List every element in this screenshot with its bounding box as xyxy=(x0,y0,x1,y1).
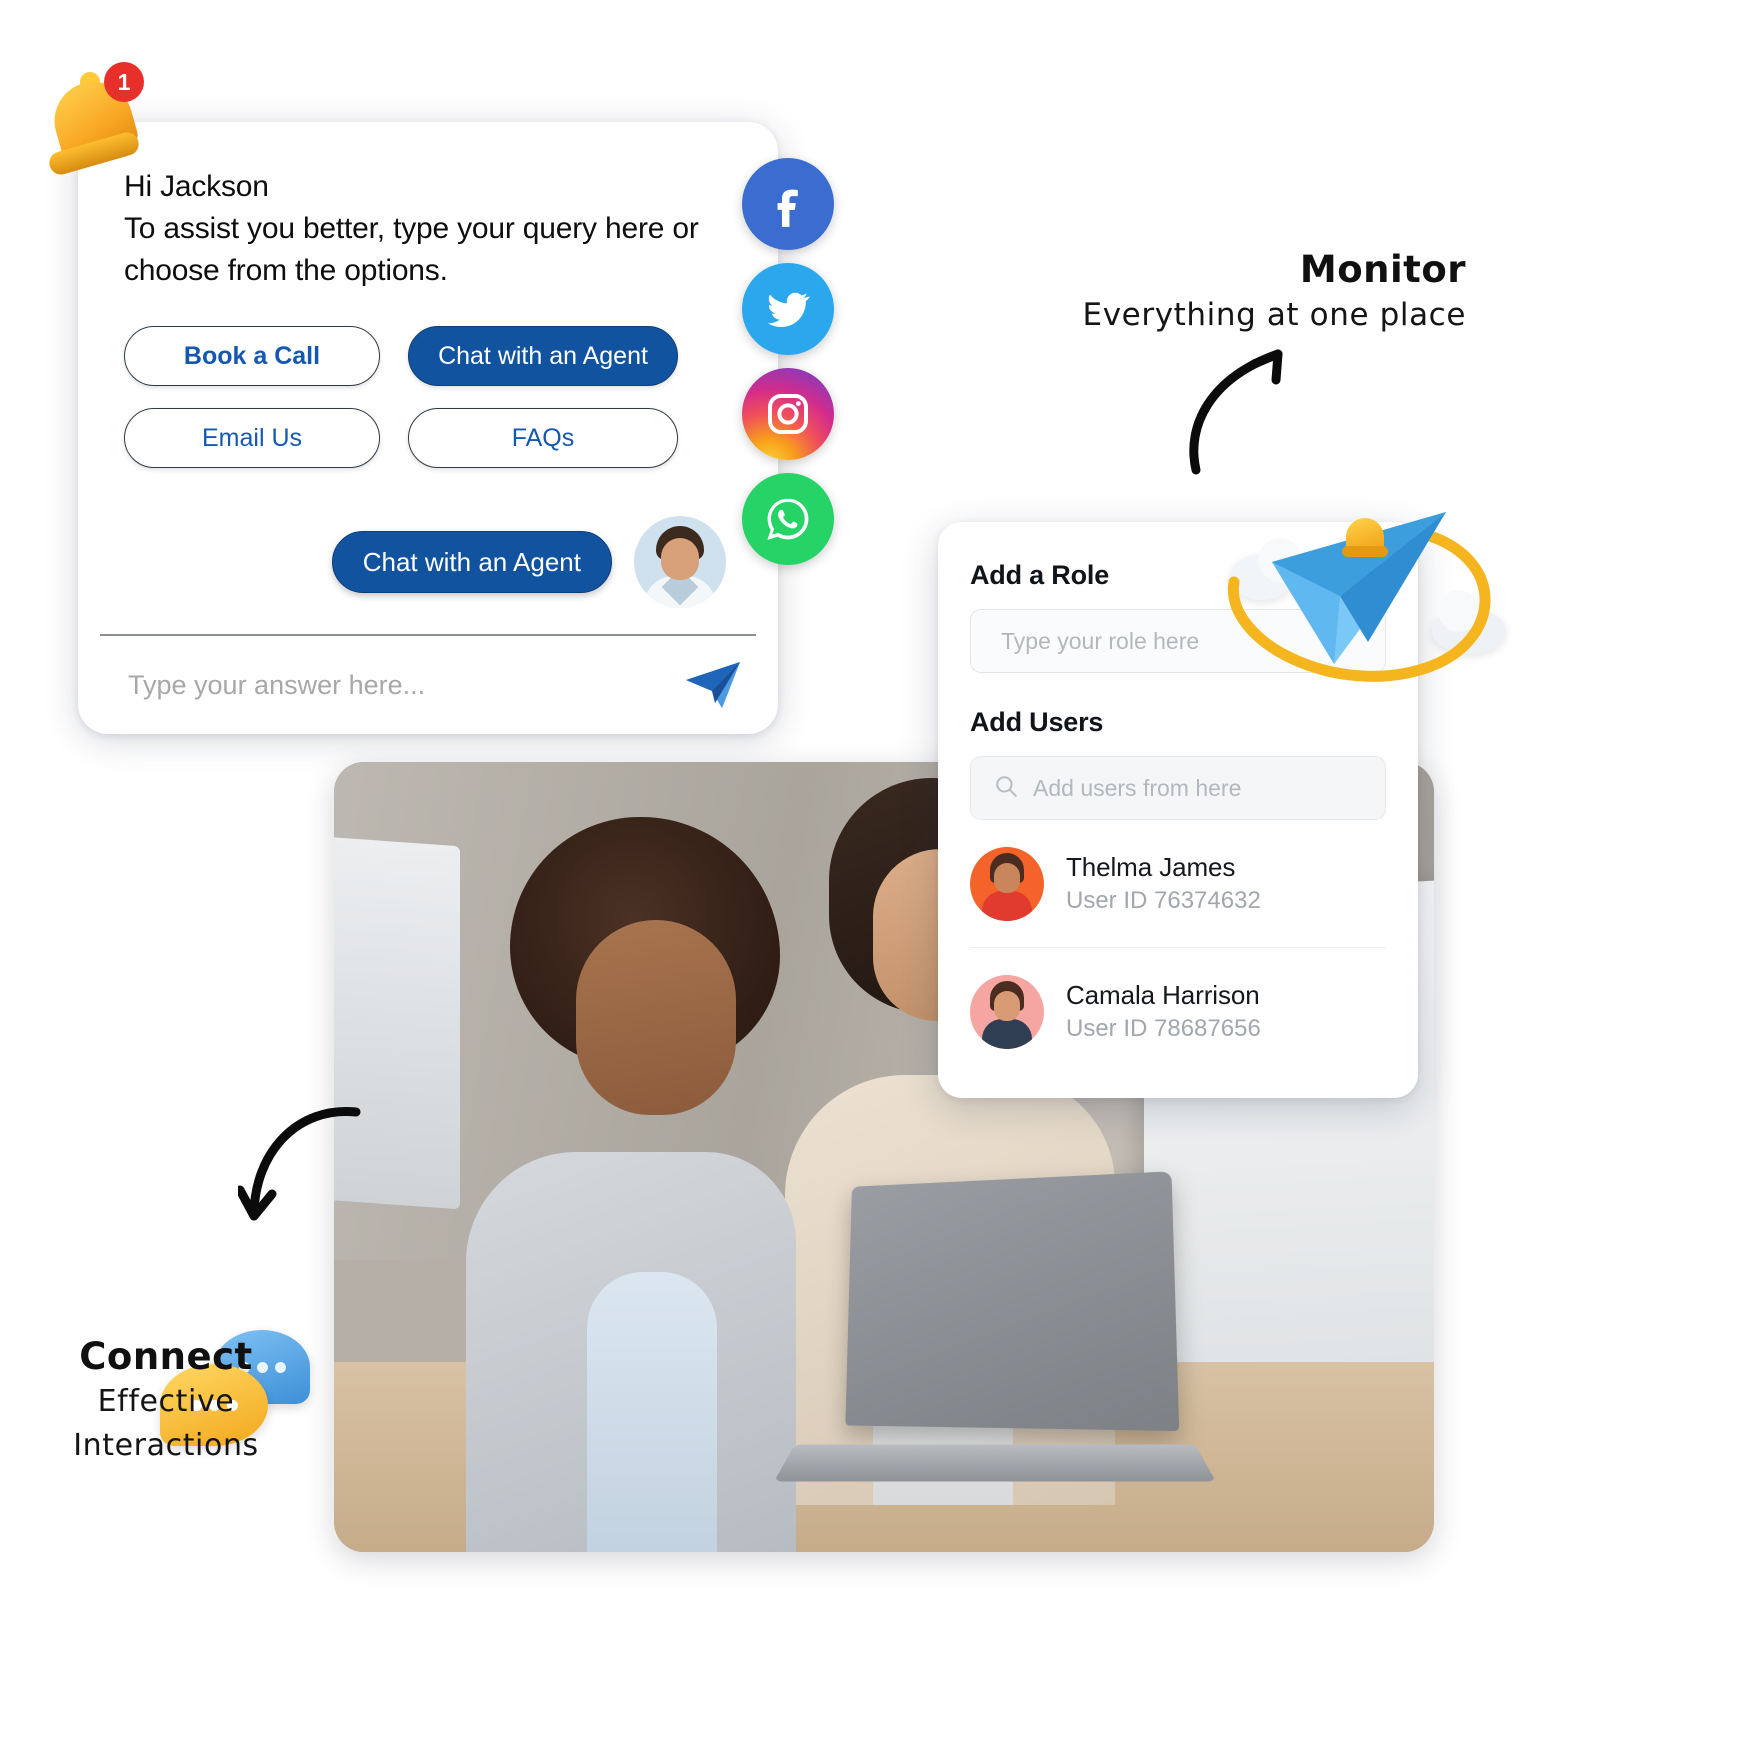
agent-avatar xyxy=(634,516,726,608)
user-info: Camala Harrison User ID 78687656 xyxy=(1066,978,1261,1046)
book-a-call-button[interactable]: Book a Call xyxy=(124,326,380,386)
add-users-search[interactable] xyxy=(970,756,1386,820)
chat-answer-input[interactable] xyxy=(128,669,682,701)
photo-person-seated-shirt xyxy=(587,1272,717,1552)
user-avatar-face xyxy=(994,991,1020,1021)
chat-message-line-1: To assist you better, type your query he… xyxy=(124,212,699,245)
user-name: Thelma James xyxy=(1066,851,1236,882)
chat-widget-card: Hi Jackson To assist you better, type yo… xyxy=(78,122,778,734)
connect-annotation-title: Connect xyxy=(79,1335,253,1378)
monitor-annotation: Monitor Everything at one place xyxy=(1046,248,1466,338)
facebook-icon[interactable] xyxy=(742,158,834,250)
connect-annotation-subtitle: Effective Interactions xyxy=(73,1384,259,1463)
user-id: User ID 76374632 xyxy=(1066,886,1261,914)
user-avatar-torso xyxy=(982,890,1032,921)
bell-icon xyxy=(1342,510,1390,560)
user-list-item[interactable]: Thelma James User ID 76374632 xyxy=(970,820,1386,948)
page-root: Hi Jackson To assist you better, type yo… xyxy=(0,0,1737,1737)
monitor-arrow-icon xyxy=(1189,349,1283,475)
photo-laptop-screen xyxy=(845,1170,1180,1431)
chat-message-line-2: choose from the options. xyxy=(124,254,448,287)
user-avatar xyxy=(970,975,1044,1049)
photo-laptop-base xyxy=(774,1444,1216,1482)
chat-quick-options: Book a Call Chat with an Agent Email Us … xyxy=(124,326,732,468)
user-avatar xyxy=(970,846,1044,921)
whatsapp-icon[interactable] xyxy=(742,473,834,565)
chat-with-an-agent-button[interactable]: Chat with an Agent xyxy=(331,531,612,593)
connect-annotation: Connect Effective Interactions xyxy=(16,1334,316,1468)
instagram-icon[interactable] xyxy=(742,368,834,460)
monitor-annotation-title: Monitor xyxy=(1299,248,1466,291)
user-id: User ID 78687656 xyxy=(1066,1015,1261,1042)
notification-bell-icon: 1 xyxy=(44,62,148,178)
chat-with-an-agent-option-button[interactable]: Chat with an Agent xyxy=(408,326,678,386)
connect-arrow-icon xyxy=(238,1107,361,1221)
paper-plane-decoration xyxy=(1216,492,1526,712)
chat-composer xyxy=(78,636,778,734)
social-channels-column xyxy=(742,158,834,565)
faqs-button[interactable]: FAQs xyxy=(408,408,678,468)
add-users-search-input[interactable] xyxy=(1033,774,1363,802)
user-info: Thelma James User ID 76374632 xyxy=(1066,850,1261,918)
user-avatar-torso xyxy=(982,1019,1032,1049)
avatar-face-shape xyxy=(661,538,699,580)
user-name: Camala Harrison xyxy=(1066,980,1260,1010)
chat-widget-body: Hi Jackson To assist you better, type yo… xyxy=(78,122,778,633)
send-paper-plane-icon[interactable] xyxy=(682,658,744,712)
chat-greeting-block: Hi Jackson To assist you better, type yo… xyxy=(124,166,732,292)
search-icon xyxy=(993,773,1019,804)
photo-person-seated-face xyxy=(576,920,736,1115)
user-list-item[interactable]: Camala Harrison User ID 78687656 xyxy=(970,948,1386,1076)
chat-agent-row: Chat with an Agent xyxy=(124,516,732,608)
chat-greeting: Hi Jackson xyxy=(124,170,269,203)
user-avatar-face xyxy=(994,862,1020,893)
twitter-icon[interactable] xyxy=(742,263,834,355)
email-us-button[interactable]: Email Us xyxy=(124,408,380,468)
bell-lip-shape xyxy=(1342,546,1388,557)
notification-badge: 1 xyxy=(104,62,144,102)
